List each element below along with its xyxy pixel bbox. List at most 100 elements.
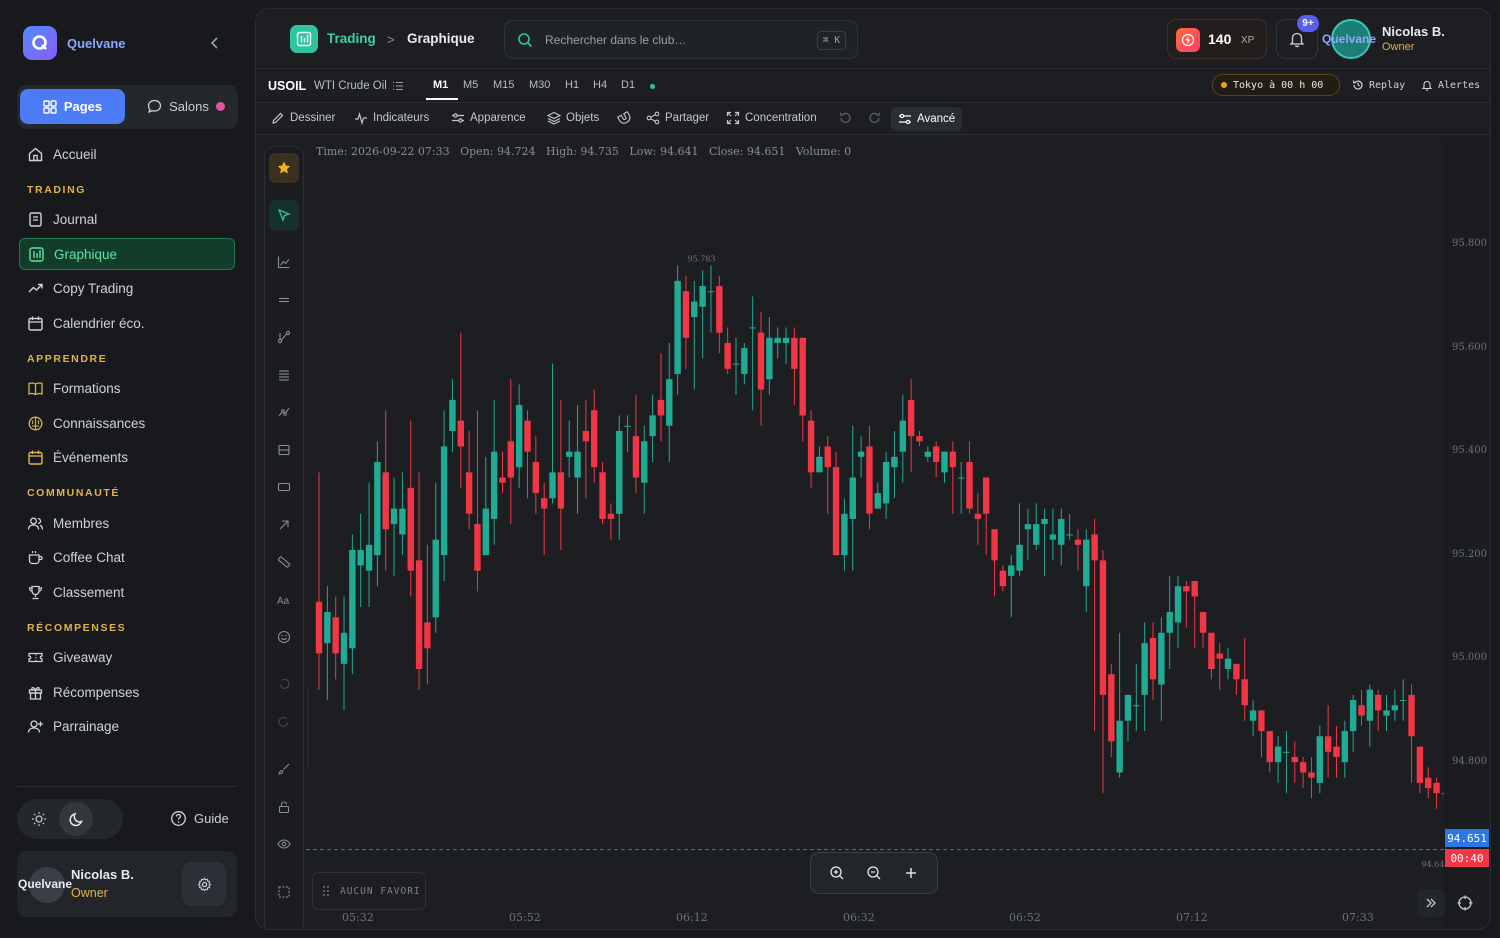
candlestick-chart[interactable]: 95.78394.641 [306, 137, 1491, 930]
fib-tool[interactable] [269, 360, 299, 390]
sidebar-item-evenements[interactable]: Événements [19, 441, 235, 473]
candle-down [1149, 637, 1157, 680]
appearance-button[interactable]: Apparence [451, 111, 526, 125]
horizontal-line-tool[interactable] [269, 285, 299, 315]
focus-mode-button[interactable]: Concentration [726, 111, 817, 125]
price-axis[interactable]: 95.800 95.600 95.400 95.200 95.000 94.80… [1444, 137, 1490, 929]
favorites-button[interactable] [269, 153, 299, 183]
eye-icon [277, 839, 291, 849]
candle-down [724, 342, 731, 369]
app-logo[interactable] [23, 26, 57, 60]
sidebar-item-connaissances[interactable]: Connaissances [19, 407, 235, 439]
sidebar-item-recompenses[interactable]: Récompenses [19, 676, 235, 708]
sidebar-item-calendrier[interactable]: Calendrier éco. [19, 307, 235, 339]
sidebar-item-formations[interactable]: Formations [19, 372, 235, 404]
guide-button[interactable]: Guide [170, 810, 229, 827]
ruler-tool[interactable] [269, 547, 299, 577]
timeframe-m5[interactable]: M5 [463, 79, 478, 91]
brush-tool[interactable] [269, 754, 299, 784]
candle-up [899, 420, 906, 452]
visibility-tool[interactable] [269, 829, 299, 859]
rectangle-tool[interactable] [269, 472, 299, 502]
symbol-menu-icon[interactable] [392, 80, 404, 92]
sidebar-item-giveaway[interactable]: Giveaway [19, 641, 235, 673]
range-tool[interactable] [269, 435, 299, 465]
ruler-icon [277, 556, 291, 568]
magnet-button[interactable] [616, 111, 632, 125]
candle-down [1233, 663, 1240, 680]
pitchfork-tool[interactable] [269, 322, 299, 352]
sidebar-item-copy-trading[interactable]: Copy Trading [19, 272, 235, 304]
cursor-tool[interactable] [269, 200, 299, 230]
timeframe-m30[interactable]: M30 [529, 79, 550, 91]
add-button[interactable] [897, 859, 925, 887]
candle-down [1374, 694, 1382, 711]
section-apprendre: APPRENDRE [27, 353, 108, 365]
users-icon [27, 517, 44, 530]
candle-down [507, 441, 515, 478]
share-button[interactable]: Partager [646, 111, 709, 125]
share-label: Partager [665, 112, 710, 124]
collapse-sidebar-icon[interactable] [207, 34, 223, 52]
favorites-bar[interactable]: AUCUN FAVORI [312, 872, 426, 910]
timeframe-m1[interactable]: M1 [433, 79, 448, 91]
candle-up [574, 451, 581, 478]
sidebar-item-journal[interactable]: Journal [19, 203, 235, 235]
timeframe-h4[interactable]: H4 [593, 79, 607, 91]
symbol-ticker[interactable]: USOIL [268, 79, 306, 93]
y-tick-label: 95.800 [1452, 238, 1487, 249]
redo-button[interactable] [868, 111, 882, 125]
sidebar-item-parrainage[interactable]: Parrainage [19, 710, 235, 742]
dark-mode-button[interactable] [59, 802, 93, 836]
text-icon: Aa [277, 596, 290, 607]
advanced-button[interactable]: Avancé [891, 107, 962, 131]
lock-tool[interactable] [269, 792, 299, 822]
drag-handle-icon[interactable] [322, 885, 330, 897]
tab-pages[interactable]: Pages [20, 89, 125, 124]
sidebar-item-classement[interactable]: Classement [19, 576, 235, 608]
path-tool[interactable] [269, 397, 299, 427]
zoom-in-button[interactable] [823, 859, 851, 887]
user-name[interactable]: Nicolas B. [1382, 24, 1445, 39]
indicators-button[interactable]: Indicateurs [354, 111, 429, 125]
text-tool[interactable]: Aa [269, 585, 299, 615]
select-area-tool[interactable] [269, 877, 299, 907]
candle-down [799, 337, 806, 416]
sidebar-user-card[interactable]: Quelvane Nicolas B. Owner [17, 851, 237, 917]
objects-button[interactable]: Objets [547, 111, 599, 125]
redo-tool[interactable] [269, 707, 299, 737]
draw-button[interactable]: Dessiner [271, 111, 335, 125]
chart-settings-button[interactable] [1451, 889, 1479, 917]
tab-salons[interactable]: Salons [137, 89, 235, 124]
sidebar-item-coffee-chat[interactable]: Coffee Chat [19, 541, 235, 573]
trendline-tool[interactable] [269, 247, 299, 277]
zoom-out-button[interactable] [860, 859, 888, 887]
candle-down [315, 601, 323, 654]
candle-down [991, 529, 998, 561]
symbol-name[interactable]: WTI Crude Oil [314, 80, 387, 92]
candle-up [374, 462, 381, 556]
replay-button[interactable]: Replay [1352, 79, 1405, 91]
undo-button[interactable] [838, 111, 852, 125]
xp-counter[interactable]: 140 XP [1167, 19, 1267, 59]
sidebar-item-membres[interactable]: Membres [19, 507, 235, 539]
timeframe-d1[interactable]: D1 [621, 79, 635, 91]
breadcrumb-trading[interactable]: Trading [327, 31, 376, 46]
scroll-to-latest-button[interactable] [1417, 889, 1445, 917]
light-mode-button[interactable] [25, 805, 53, 833]
emoji-tool[interactable] [269, 622, 299, 652]
sidebar-item-accueil[interactable]: Accueil [19, 138, 235, 170]
search-input[interactable]: Rechercher dans le club… ⌘ K [504, 20, 858, 59]
y-tick-label: 95.000 [1452, 652, 1487, 663]
settings-button[interactable] [182, 862, 226, 906]
candle-down [932, 446, 940, 462]
timeframe-m15[interactable]: M15 [493, 79, 514, 91]
candle-up [1083, 539, 1090, 587]
timeframe-h1[interactable]: H1 [565, 79, 579, 91]
sidebar-item-label: Connaissances [53, 415, 146, 431]
sidebar-item-graphique[interactable]: Graphique [19, 238, 235, 270]
candle-down [1408, 694, 1415, 737]
arrow-tool[interactable] [269, 510, 299, 540]
undo-tool[interactable] [269, 669, 299, 699]
alerts-button[interactable]: Alertes [1421, 79, 1480, 91]
